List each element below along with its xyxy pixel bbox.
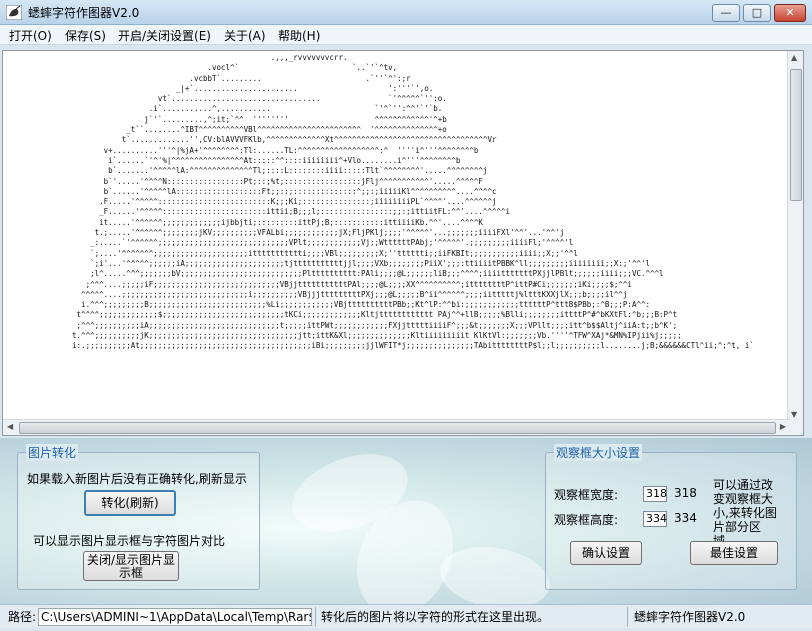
path-label: 路径: — [8, 610, 37, 624]
scroll-right-arrow-icon[interactable]: ▶ — [780, 422, 786, 431]
menu-toggle-settings[interactable]: 开启/关闭设置(E) — [118, 27, 211, 44]
width-label: 观察框宽度: — [554, 488, 619, 502]
menu-help[interactable]: 帮助(H) — [278, 27, 320, 44]
maximize-button[interactable]: □ — [743, 4, 771, 22]
scroll-corner — [788, 420, 803, 435]
convert-refresh-button[interactable]: 转化(刷新) — [84, 490, 176, 516]
ascii-art-area[interactable]: .,,,_rvvvvvvvcrr. .vocl^` `..`'`^tv, .vc… — [3, 51, 790, 421]
minimize-button[interactable]: — — [712, 4, 740, 22]
status-message: 转化后的图片将以字符的形式在这里出现。 — [321, 610, 550, 624]
menu-save[interactable]: 保存(S) — [65, 27, 106, 44]
horizontal-scroll-thumb[interactable] — [19, 422, 776, 434]
menu-open[interactable]: 打开(O) — [9, 27, 52, 44]
minimize-icon: — — [720, 6, 732, 19]
vertical-scrollbar[interactable]: ▲ ▼ — [787, 51, 803, 421]
vertical-scroll-thumb[interactable] — [790, 69, 802, 201]
status-separator — [627, 607, 628, 627]
viewport-size-settings-group: 观察框大小设置 观察框宽度: 318 318 观察框高度: 334 334 可以… — [545, 444, 797, 590]
confirm-settings-button[interactable]: 确认设置 — [570, 541, 642, 565]
status-bar: 路径: C:\Users\ADMINI~1\AppData\Local\Temp… — [0, 604, 812, 628]
horizontal-scrollbar[interactable]: ◀ ▶ — [3, 419, 790, 435]
menu-about[interactable]: 关于(A) — [224, 27, 266, 44]
scroll-down-arrow-icon[interactable]: ▼ — [791, 410, 797, 419]
best-settings-button[interactable]: 最佳设置 — [690, 541, 778, 565]
viewport-size-legend: 观察框大小设置 — [554, 444, 643, 461]
window-title: 蟋蟀字符作图器V2.0 — [28, 6, 140, 20]
width-input[interactable]: 318 — [643, 486, 667, 502]
height-input[interactable]: 334 — [643, 511, 667, 527]
path-field: C:\Users\ADMINI~1\AppData\Local\Temp\Rar… — [38, 608, 312, 626]
cricket-app-icon — [6, 5, 22, 20]
ascii-art-text: .,,,_rvvvvvvvcrr. .vocl^` `..`'`^tv, .vc… — [72, 53, 754, 351]
height-value: 334 — [674, 511, 697, 525]
image-conversion-legend: 图片转化 — [26, 444, 79, 461]
height-label: 观察框高度: — [554, 513, 619, 527]
ascii-output-panel[interactable]: .,,,_rvvvvvvvcrr. .vocl^` `..`'`^tv, .vc… — [2, 50, 804, 436]
menu-bar: 打开(O) 保存(S) 开启/关闭设置(E) 关于(A) 帮助(H) — [0, 25, 812, 45]
maximize-icon: □ — [751, 6, 763, 19]
close-button[interactable]: ✕ — [774, 4, 806, 22]
close-icon: ✕ — [785, 6, 795, 19]
compare-hint-label: 可以显示图片显示框与字符图片对比 — [33, 534, 226, 548]
status-app-name: 蟋蟀字符作图器V2.0 — [634, 610, 746, 624]
image-conversion-group: 图片转化 如果载入新图片后没有正确转化,刷新显示 转化(刷新) 可以显示图片显示… — [17, 444, 260, 590]
scroll-up-arrow-icon[interactable]: ▲ — [791, 53, 797, 62]
refresh-hint-label: 如果载入新图片后没有正确转化,刷新显示 — [27, 472, 247, 486]
status-separator — [315, 607, 316, 627]
width-value: 318 — [674, 486, 697, 500]
title-bar: 蟋蟀字符作图器V2.0 — □ ✕ — [0, 0, 812, 25]
size-note: 可以通过改变观察框大小,来转化图片部分区域。 — [713, 478, 777, 548]
toggle-image-display-button[interactable]: 关闭/显示图片显示框 — [83, 551, 179, 581]
scroll-left-arrow-icon[interactable]: ◀ — [7, 422, 13, 431]
